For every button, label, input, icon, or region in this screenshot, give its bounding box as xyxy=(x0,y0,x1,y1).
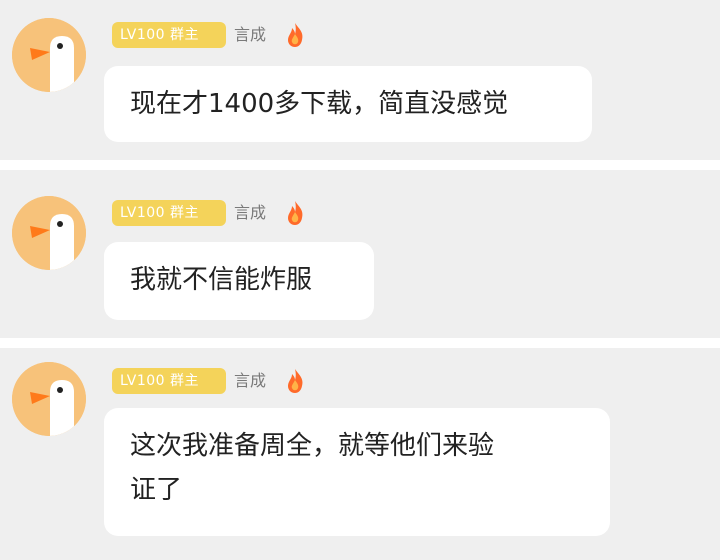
message-divider xyxy=(0,160,720,170)
fire-icon xyxy=(284,22,306,48)
message-bubble[interactable]: 这次我准备周全，就等他们来验 证了 xyxy=(104,408,610,536)
message-bubble[interactable]: 我就不信能炸服 xyxy=(104,242,374,320)
fire-icon xyxy=(284,200,306,226)
goose-avatar-icon[interactable] xyxy=(12,18,86,92)
chat-thread: LV100 群主 言成 现在才1400多下载，简直没感觉 LV100 群主 言成 xyxy=(0,0,720,560)
message-bubble[interactable]: 现在才1400多下载，简直没感觉 xyxy=(104,66,592,142)
chat-message: LV100 群主 言成 我就不信能炸服 xyxy=(0,170,720,338)
goose-avatar-icon[interactable] xyxy=(12,362,86,436)
sender-name[interactable]: 言成 xyxy=(234,200,266,226)
chat-message: LV100 群主 言成 现在才1400多下载，简直没感觉 xyxy=(0,0,720,160)
sender-name[interactable]: 言成 xyxy=(234,368,266,394)
fire-icon xyxy=(284,368,306,394)
message-divider xyxy=(0,338,720,348)
level-badge: LV100 群主 xyxy=(112,368,226,394)
sender-name[interactable]: 言成 xyxy=(234,22,266,48)
goose-avatar-icon[interactable] xyxy=(12,196,86,270)
level-badge: LV100 群主 xyxy=(112,22,226,48)
chat-message: LV100 群主 言成 这次我准备周全，就等他们来验 证了 xyxy=(0,348,720,560)
level-badge: LV100 群主 xyxy=(112,200,226,226)
